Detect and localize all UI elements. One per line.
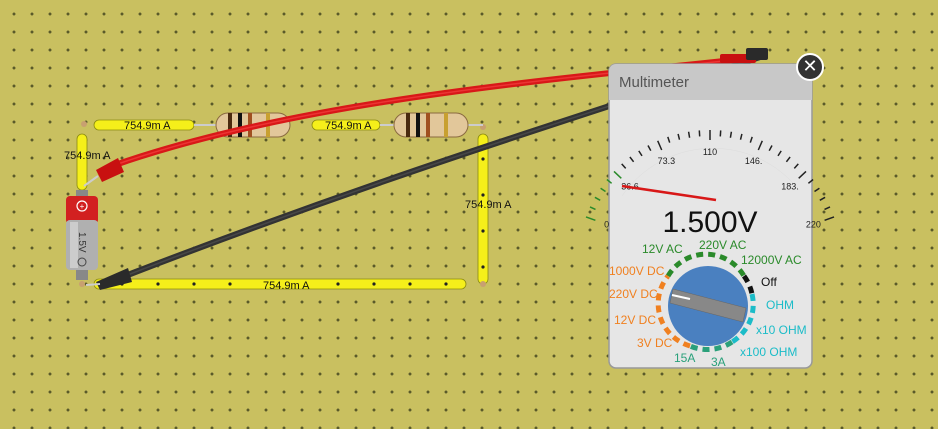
gauge-tick bbox=[729, 131, 733, 138]
gauge-tick bbox=[585, 216, 596, 222]
gauge-scale-label: 110 bbox=[703, 147, 717, 157]
dial-option-3v-dc[interactable]: 3V DC bbox=[637, 336, 673, 350]
dial-option-x10-ohm[interactable]: x10 OHM bbox=[756, 323, 807, 337]
gauge-tick bbox=[824, 216, 835, 222]
dial-option-x100-ohm[interactable]: x100 OHM bbox=[740, 345, 797, 359]
gauge-tick bbox=[819, 196, 826, 201]
gauge-tick bbox=[589, 206, 596, 211]
wire-bottom[interactable]: 754.9m A bbox=[93, 278, 467, 292]
gauge-scale-label: 73.3 bbox=[658, 156, 676, 166]
dial-option-1000v-dc[interactable]: 1000V DC bbox=[609, 264, 665, 278]
svg-text:+: + bbox=[80, 202, 85, 211]
wire-current-label: 754.9m A bbox=[263, 280, 310, 292]
wire-top-left[interactable]: 754.9m A bbox=[93, 119, 195, 132]
multimeter-title: Multimeter bbox=[619, 74, 690, 91]
dial-option-12000v-ac[interactable]: 12000V AC bbox=[741, 253, 802, 267]
resistor-1[interactable] bbox=[194, 112, 291, 138]
dial-option-12v-dc[interactable]: 12V DC bbox=[614, 313, 656, 327]
wire-current-label: 754.9m A bbox=[465, 199, 512, 211]
wire-current-label: 754.9m A bbox=[64, 150, 111, 162]
gauge-tick bbox=[687, 131, 691, 138]
resistor-2[interactable] bbox=[380, 112, 483, 138]
wire-right[interactable]: 754.9m A bbox=[465, 133, 512, 285]
dial-option-off[interactable]: Off bbox=[761, 275, 777, 289]
dial-option-ohm[interactable]: OHM bbox=[766, 298, 794, 312]
gauge-tick bbox=[824, 206, 831, 211]
gauge-scale-label: 0 bbox=[604, 219, 609, 229]
gauge-scale-label: 146. bbox=[745, 156, 763, 166]
dial-option-12v-ac[interactable]: 12V AC bbox=[642, 242, 683, 256]
battery-label: 1.5V bbox=[76, 232, 87, 253]
wire-joints bbox=[79, 121, 486, 287]
wire-left[interactable]: 754.9m A bbox=[64, 133, 111, 191]
dial-option-220v-ac[interactable]: 220V AC bbox=[699, 238, 747, 252]
multimeter[interactable]: 036.673.3110146.183.220 1.500V 12V AC 22… bbox=[585, 48, 835, 369]
probe-sockets bbox=[720, 48, 768, 63]
dial-option-220v-dc[interactable]: 220V DC bbox=[609, 287, 658, 301]
battery[interactable]: + 1.5V bbox=[66, 190, 98, 280]
wire-top-mid[interactable]: 754.9m A bbox=[311, 119, 381, 132]
dial-option-3a[interactable]: 3A bbox=[711, 355, 726, 369]
gauge-tick bbox=[600, 187, 606, 193]
gauge-tick bbox=[594, 196, 601, 201]
dial-knob[interactable] bbox=[668, 266, 748, 346]
meter-reading: 1.500V bbox=[662, 206, 757, 239]
gauge-scale-label: 220 bbox=[806, 219, 821, 229]
wire-current-label: 754.9m A bbox=[124, 120, 171, 132]
close-icon[interactable]: ✕ bbox=[796, 53, 824, 81]
dial-option-15a[interactable]: 15A bbox=[674, 351, 695, 365]
gauge-tick bbox=[814, 187, 820, 193]
wire-current-label: 754.9m A bbox=[325, 120, 372, 132]
gauge-scale-label: 183. bbox=[781, 182, 799, 192]
